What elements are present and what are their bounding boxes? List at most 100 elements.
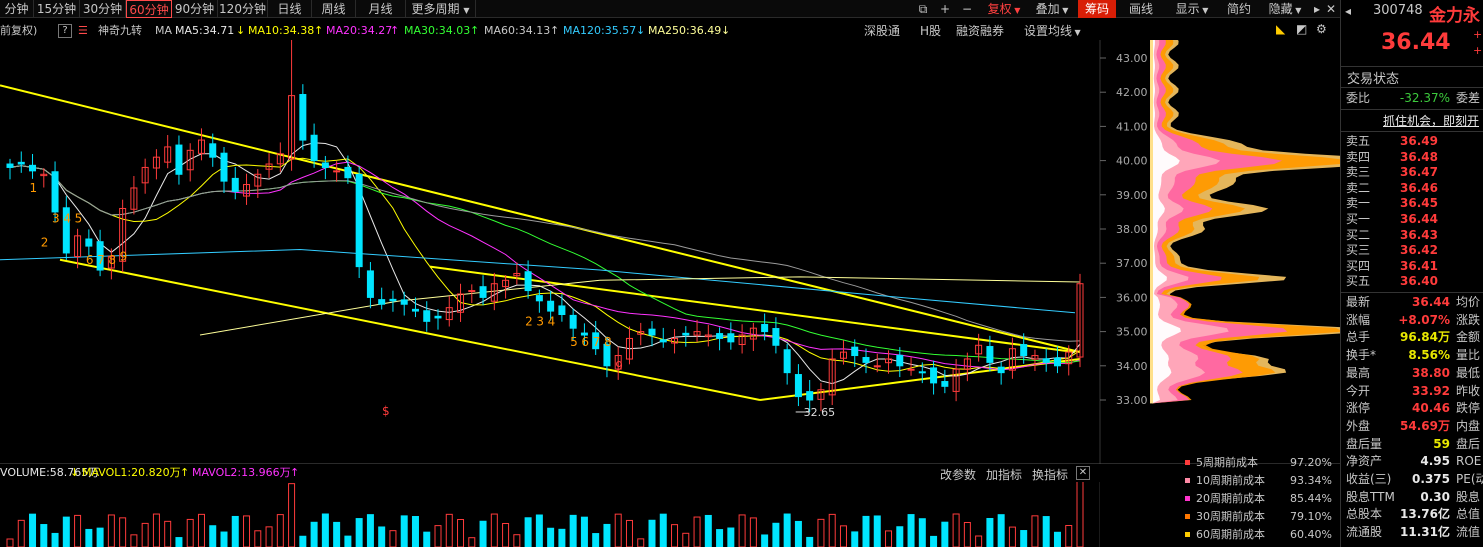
period-tab-15min[interactable]: 15分钟 <box>34 0 80 18</box>
ma10-value: MA10:34.38 <box>248 24 315 37</box>
candle-body <box>918 371 926 374</box>
volume-bar <box>547 527 555 547</box>
stat-row: 最新 36.44 均价 <box>1341 294 1483 311</box>
y-tick-label: 39.00 <box>1116 189 1148 202</box>
stat-row: 最高 38.80 最低 <box>1341 365 1483 382</box>
period-tab-120min[interactable]: 120分钟 <box>218 0 268 18</box>
volume-bar <box>366 514 374 547</box>
candle-body <box>434 315 442 319</box>
candle-body <box>378 299 386 305</box>
order-price: 36.45 <box>1400 196 1438 211</box>
draw-line-button[interactable]: 画线 <box>1122 0 1160 18</box>
caret-down-icon: ▼ <box>1011 6 1021 15</box>
order-price: 36.41 <box>1400 258 1438 273</box>
set-ma-link[interactable]: 设置均线 ▼ <box>1024 22 1081 39</box>
kline-chart[interactable]: 43.00 42.00 41.00 40.00 39.00 38.00 37.00 36.00… <box>0 40 1340 464</box>
add-indicator-link[interactable]: 加指标 <box>986 466 1022 483</box>
candle-body <box>783 349 791 374</box>
ad-link[interactable]: 抓住机会，即刻开 <box>1383 112 1479 129</box>
volume-bar <box>1042 516 1050 547</box>
flag-icon[interactable]: ◣ <box>1276 22 1285 36</box>
chip-distribution <box>1150 40 1340 404</box>
order-level-label: 卖一 <box>1346 196 1371 211</box>
collapse-icon[interactable]: ◂ <box>1345 4 1351 18</box>
stat-row: 总手 96.84万 金额 <box>1341 329 1483 346</box>
ask-row[interactable]: 卖五 36.49 <box>1341 134 1483 150</box>
chip-button[interactable]: 筹码 <box>1078 0 1116 18</box>
close-icon[interactable]: ✕ <box>1324 0 1338 18</box>
display-button[interactable]: 显示 ▼ <box>1168 0 1216 18</box>
stat-value: 54.69万 <box>1400 418 1450 433</box>
volume-bar <box>727 527 735 547</box>
stat-label: 今开 <box>1346 383 1371 398</box>
stat-label: 外盘 <box>1346 418 1371 433</box>
candle-body <box>29 164 37 172</box>
candle-body <box>1053 357 1061 367</box>
y-tick-label: 35.00 <box>1116 326 1148 339</box>
volume-bar <box>85 528 93 547</box>
overlay-button[interactable]: 叠加 ▼ <box>1030 0 1074 18</box>
arrow-down-icon: ↓ <box>721 24 731 37</box>
period-tab-30min[interactable]: 30分钟 <box>80 0 126 18</box>
margin-link[interactable]: 融资融券 <box>956 22 1004 39</box>
bid-row[interactable]: 买二 36.43 <box>1341 228 1483 244</box>
copy-icon[interactable]: ⧉ <box>912 0 934 18</box>
change-params-link[interactable]: 改参数 <box>940 466 976 483</box>
help-icon[interactable]: ? <box>58 24 72 38</box>
fuquan-label: 复权 <box>987 2 1012 16</box>
mode-icon[interactable]: ◩ <box>1296 22 1307 36</box>
nine-turn-number: 2 <box>41 236 49 250</box>
volume-bar <box>197 513 205 547</box>
period-tab-day[interactable]: 日线 <box>268 0 312 18</box>
candle-body <box>1042 358 1050 363</box>
scroll-right-icon[interactable]: ▸ <box>1310 0 1324 18</box>
ask-row[interactable]: 卖三 36.47 <box>1341 165 1483 181</box>
h-share-link[interactable]: H股 <box>920 22 941 39</box>
volume-bar <box>716 529 724 547</box>
volume-bar <box>569 514 577 547</box>
hide-button[interactable]: 隐藏 ▼ <box>1262 0 1308 18</box>
bid-row[interactable]: 买五 36.40 <box>1341 274 1483 290</box>
mavol1-value: MAVOL1:20.820万 <box>82 466 181 479</box>
volume-bar <box>40 524 48 547</box>
period-tab-90min[interactable]: 90分钟 <box>172 0 218 18</box>
bid-row[interactable]: 买三 36.42 <box>1341 243 1483 259</box>
volume-bar <box>873 515 881 547</box>
hk-connect-link[interactable]: 深股通 <box>864 22 900 39</box>
gear-icon[interactable]: ⚙ <box>1316 22 1327 36</box>
volume-bar <box>1008 526 1016 547</box>
candle-body <box>423 310 431 322</box>
close-icon[interactable]: ✕ <box>1076 466 1090 480</box>
ask-row[interactable]: 卖二 36.46 <box>1341 181 1483 197</box>
simple-button[interactable]: 简约 <box>1220 0 1258 18</box>
order-price: 36.47 <box>1400 165 1438 180</box>
menu-icon[interactable]: ☰ <box>78 22 88 40</box>
caret-down-icon: ▼ <box>463 6 470 15</box>
bid-row[interactable]: 买四 36.41 <box>1341 259 1483 275</box>
zoom-out-icon[interactable]: − <box>956 0 978 18</box>
period-tab-1min[interactable]: 分钟 <box>0 0 34 18</box>
order-level-label: 卖二 <box>1346 180 1371 195</box>
period-tab-more[interactable]: 更多周期 ▼ <box>406 0 476 18</box>
switch-indicator-link[interactable]: 换指标 <box>1032 466 1068 483</box>
volume-bar <box>355 518 363 547</box>
volume-bar <box>502 522 510 547</box>
fuquan-button[interactable]: 复权 ▼ <box>980 0 1028 18</box>
stat-row: 涨停 40.46 跌停 <box>1341 400 1483 417</box>
stat-right-label: 均价 <box>1456 295 1481 309</box>
ask-row[interactable]: 卖四 36.48 <box>1341 150 1483 166</box>
volume-bar <box>806 536 814 547</box>
legend-percent: 85.44% <box>1290 492 1332 505</box>
candle-body <box>411 308 419 312</box>
zoom-in-icon[interactable]: + <box>934 0 956 18</box>
legend-swatch <box>1185 460 1190 465</box>
period-tab-week[interactable]: 周线 <box>312 0 356 18</box>
stat-label: 涨幅 <box>1346 312 1371 327</box>
period-tab-60min[interactable]: 60分钟 <box>126 0 172 18</box>
bid-row[interactable]: 买一 36.44 <box>1341 212 1483 228</box>
period-tab-month[interactable]: 月线 <box>356 0 406 18</box>
change-amount: +2 <box>1473 28 1483 41</box>
indicator-name[interactable]: 神奇九转 <box>98 22 142 40</box>
cost-legend-item: 5周期前成本 97.20% <box>1180 454 1338 472</box>
ask-row[interactable]: 卖一 36.45 <box>1341 196 1483 212</box>
